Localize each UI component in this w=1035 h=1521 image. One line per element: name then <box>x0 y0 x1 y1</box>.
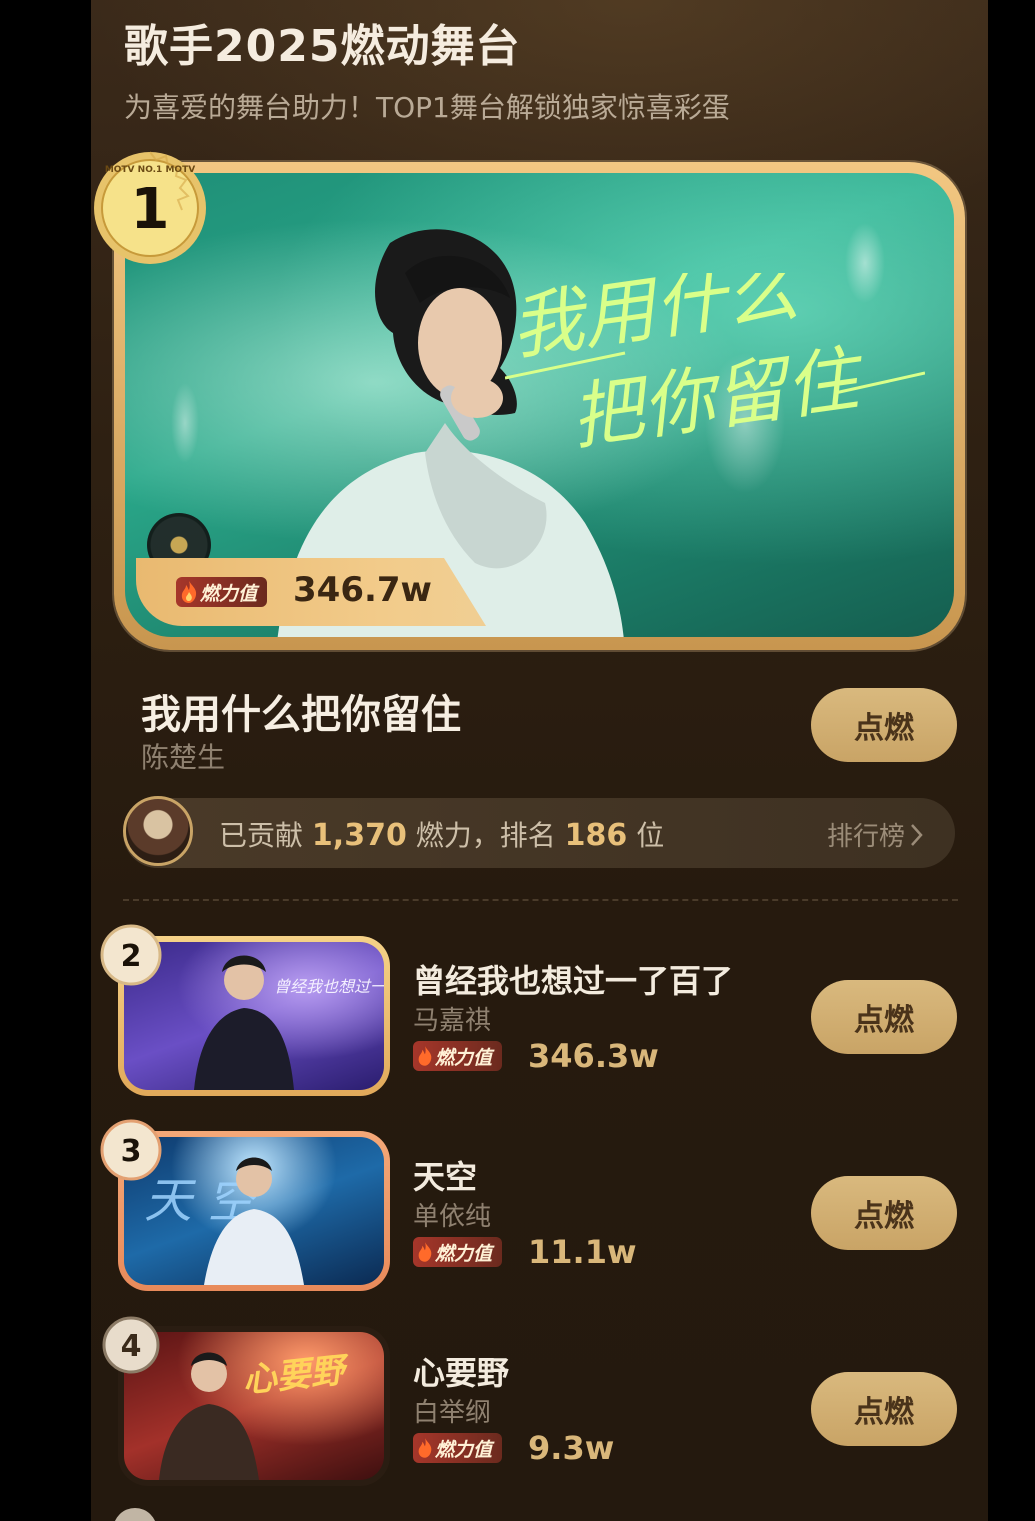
fire-value-chip: 燃力值 <box>413 1433 503 1463</box>
ignite-button-rank-3[interactable]: 点燃 <box>811 1176 957 1250</box>
svg-text:心要野: 心要野 <box>241 1350 353 1401</box>
singer-name-rank-4: 白举纲 <box>413 1398 492 1428</box>
page-subtitle: 为喜爱的舞台助力！TOP1舞台解锁独家惊喜彩蛋 <box>124 91 730 124</box>
chevron-right-icon <box>911 823 923 846</box>
stage-card-rank-2[interactable]: 曾经我也想过一了百了 2 <box>100 924 390 1096</box>
ignite-button-rank-2[interactable]: 点燃 <box>811 980 957 1054</box>
fire-value-rank-4: 9.3w <box>528 1429 615 1467</box>
svg-text:1: 1 <box>131 177 170 242</box>
user-avatar[interactable] <box>123 796 193 866</box>
singer-name-rank-3: 单依纯 <box>413 1202 492 1232</box>
flame-icon <box>181 581 197 603</box>
ignite-button-rank-4[interactable]: 点燃 <box>811 1372 957 1446</box>
fire-row-rank-4: 燃力值 9.3w <box>413 1428 614 1468</box>
contribution-middle: 燃力，排名 <box>415 819 556 852</box>
contribution-rank: 186 <box>564 818 628 853</box>
page: 歌手2025燃动舞台 为喜爱的舞台助力！TOP1舞台解锁独家惊喜彩蛋 我用什么 … <box>91 0 988 1521</box>
contribution-text: 已贡献 1,370 燃力，排名 186 位 <box>219 814 664 854</box>
top-stage-cover[interactable]: 我用什么 把你留住 燃力值 346.7w <box>125 173 954 637</box>
rank-1-badge: 1 MOTV NO.1 MOTV <box>94 151 206 264</box>
song-title-rank-3: 天空 <box>413 1158 478 1196</box>
svg-text:2: 2 <box>121 939 142 974</box>
contribution-amount: 1,370 <box>311 818 407 853</box>
rank-2-badge: 2 <box>100 924 162 986</box>
contribution-prefix: 已贡献 <box>219 819 304 852</box>
ignite-button-rank-1[interactable]: 点燃 <box>811 688 957 762</box>
fire-value-rank-2: 346.3w <box>528 1037 659 1075</box>
top-fire-bar: 燃力值 346.7w <box>136 558 486 626</box>
fire-value-rank-3: 11.1w <box>528 1233 637 1271</box>
singer-name-rank-2: 马嘉祺 <box>413 1006 492 1036</box>
fire-row-rank-2: 燃力值 346.3w <box>413 1036 659 1076</box>
rank-3-badge: 3 <box>100 1119 162 1181</box>
ranking-link[interactable]: 排行榜 <box>827 816 925 853</box>
contribution-suffix: 位 <box>636 819 665 852</box>
stage-card-rank-3[interactable]: 天 空 3 <box>100 1119 390 1291</box>
flame-icon <box>418 1046 432 1066</box>
cover-rank-2: 曾经我也想过一了百了 <box>124 942 384 1090</box>
fire-value-chip: 燃力值 <box>413 1237 503 1267</box>
top-fire-tag: 燃力值 <box>176 574 268 610</box>
flame-icon <box>418 1242 432 1262</box>
top-fire-value: 346.7w <box>293 570 432 610</box>
cover-rank-3: 天 空 <box>124 1137 384 1285</box>
fire-value-chip: 燃力值 <box>176 577 268 607</box>
rank-4-badge: 4 <box>102 1316 160 1374</box>
singer-figure-rank-2: 曾经我也想过一了百了 <box>194 955 384 1090</box>
svg-text:4: 4 <box>121 1329 142 1364</box>
cover-handwriting: 我用什么 把你留住 <box>505 273 925 460</box>
top-singer-name: 陈楚生 <box>141 741 226 774</box>
top-song-title: 我用什么把你留住 <box>141 692 461 738</box>
stage-card-rank-4[interactable]: 心要野 4 <box>102 1316 390 1486</box>
svg-text:曾经我也想过一了百了: 曾经我也想过一了百了 <box>274 977 384 996</box>
cover-rank-4: 心要野 <box>124 1332 384 1480</box>
ranking-link-label: 排行榜 <box>826 822 905 852</box>
fire-row-rank-3: 燃力值 11.1w <box>413 1232 637 1272</box>
song-title-rank-2: 曾经我也想过一了百了 <box>413 962 734 1000</box>
svg-text:3: 3 <box>121 1134 142 1169</box>
singer-figure-rank-4: 心要野 <box>159 1350 353 1480</box>
svg-text:MOTV NO.1 MOTV: MOTV NO.1 MOTV <box>105 165 195 175</box>
contribution-bar: 已贡献 1,370 燃力，排名 186 位 排行榜 <box>123 796 955 868</box>
song-title-rank-4: 心要野 <box>413 1354 510 1392</box>
fire-value-chip: 燃力值 <box>413 1041 503 1071</box>
section-divider <box>123 899 958 901</box>
singer-figure-rank-3: 天 空 <box>144 1157 304 1285</box>
rank-5-badge-partial <box>113 1508 157 1521</box>
flame-icon <box>418 1438 432 1458</box>
top-stage-card[interactable]: 我用什么 把你留住 燃力值 346.7w 1 MOTV NO.1 MOTV <box>94 151 965 650</box>
page-title: 歌手2025燃动舞台 <box>124 21 521 72</box>
